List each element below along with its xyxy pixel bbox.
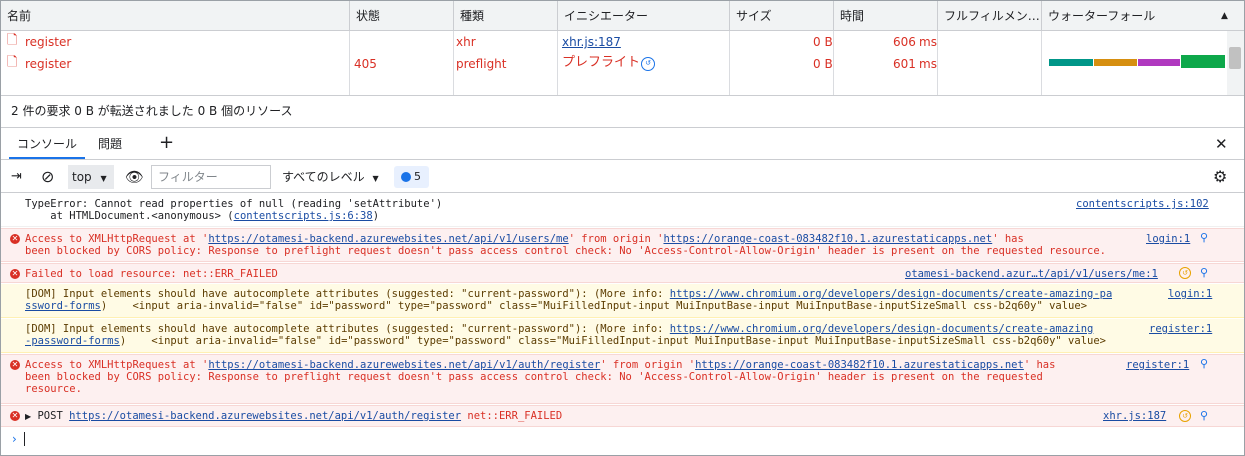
source-link[interactable]: login:1 xyxy=(1168,288,1212,300)
log-level-selector[interactable]: すべてのレベル ▼ xyxy=(282,165,379,189)
console-message: [DOM] Input elements should have autocom… xyxy=(1,284,1244,318)
column-name[interactable]: 名前 xyxy=(1,1,350,31)
message-text: Access to XMLHttpRequest at 'https://ota… xyxy=(25,359,1056,395)
close-icon[interactable]: ✕ xyxy=(1207,129,1236,159)
request-type: xhr xyxy=(456,35,476,49)
waterfall-bar-connect xyxy=(1094,59,1137,66)
network-table-header: 名前 状態 種類 イニシエーター サイズ 時間 フルフィルメン… ウォーターフォ… xyxy=(1,1,1244,31)
dropdown-arrow-icon: ▼ xyxy=(372,174,379,183)
console-message: ✕ Access to XMLHttpRequest at 'https://o… xyxy=(1,354,1244,404)
console-message: ✕ Access to XMLHttpRequest at 'https://o… xyxy=(1,228,1244,262)
console-message[interactable]: ✕ ▶ POST https://otamesi-backend.azurewe… xyxy=(1,405,1244,427)
document-icon: 🗋 xyxy=(7,33,18,48)
sort-up-icon[interactable]: ▲ xyxy=(1221,1,1228,31)
message-text: [DOM] Input elements should have autocom… xyxy=(25,323,1106,347)
add-tab-icon[interactable]: + xyxy=(151,129,182,159)
error-icon: ✕ xyxy=(10,411,20,421)
network-summary: 2 件の要求 0 B が転送されました 0 B 個のリソース xyxy=(1,95,1244,128)
waterfall-bar-queue xyxy=(1049,59,1093,66)
column-size[interactable]: サイズ xyxy=(730,1,834,31)
waterfall-bar-waiting xyxy=(1181,55,1225,68)
column-status[interactable]: 状態 xyxy=(350,1,454,31)
error-icon: ✕ xyxy=(10,360,20,370)
table-row[interactable]: 🗋 register xhr xhr.js:187 0 B 606 ms xyxy=(1,31,1244,53)
request-size: 0 B xyxy=(813,35,833,49)
source-link[interactable]: register:1 xyxy=(1126,359,1189,371)
source-link[interactable]: contentscripts.js:102 xyxy=(1076,198,1209,210)
preflight-info-icon[interactable]: ↺ xyxy=(641,57,655,71)
request-time-unit: ms xyxy=(919,57,937,71)
initiator-preflight[interactable]: プレフライト xyxy=(562,53,640,73)
context-value: top xyxy=(72,170,92,184)
search-icon[interactable]: ⚲ xyxy=(1200,232,1212,244)
message-text: Failed to load resource: net::ERR_FAILED xyxy=(25,268,278,280)
document-icon: 🗋 xyxy=(7,55,18,70)
request-time: 601 xyxy=(893,57,916,71)
source-link[interactable]: login:1 xyxy=(1146,233,1190,245)
origin-link[interactable]: https://orange-coast-083482f10.1.azurest… xyxy=(695,359,1024,371)
message-text: ▶ POST https://otamesi-backend.azurewebs… xyxy=(25,410,563,422)
message-text: Access to XMLHttpRequest at 'https://ota… xyxy=(25,233,1106,257)
network-info-icon[interactable]: ↺ xyxy=(1179,410,1191,422)
waterfall-bar-ssl xyxy=(1138,59,1180,66)
console-message: TypeError: Cannot read properties of nul… xyxy=(1,194,1244,227)
message-icon xyxy=(401,172,411,182)
initiator-link[interactable]: xhr.js:187 xyxy=(562,31,621,53)
request-status: 405 xyxy=(354,57,377,71)
request-name: register xyxy=(25,35,72,49)
request-size: 0 B xyxy=(813,57,833,71)
console-message: [DOM] Input elements should have autocom… xyxy=(1,319,1244,353)
eye-icon[interactable]: 👁 xyxy=(125,165,144,189)
source-link[interactable]: register:1 xyxy=(1149,323,1212,335)
url-link[interactable]: https://otamesi-backend.azurewebsites.ne… xyxy=(208,359,600,371)
origin-link[interactable]: https://orange-coast-083482f10.1.azurest… xyxy=(663,233,992,245)
scrollbar-thumb[interactable] xyxy=(1229,47,1241,69)
console-input[interactable] xyxy=(24,432,25,446)
column-waterfall[interactable]: ウォーターフォール xyxy=(1042,1,1244,31)
source-link[interactable]: xhr.js:187 xyxy=(1103,410,1166,422)
drawer-tabs: コンソール 問題 + ✕ xyxy=(1,129,1244,160)
url-link[interactable]: https://www.chromium.org/developers/desi… xyxy=(670,323,1094,335)
search-icon[interactable]: ⚲ xyxy=(1200,410,1212,422)
message-text: [DOM] Input elements should have autocom… xyxy=(25,288,1113,312)
url-link[interactable]: https://otamesi-backend.azurewebsites.ne… xyxy=(208,233,568,245)
source-link[interactable]: otamesi-backend.azur…t/api/v1/users/me:1 xyxy=(905,268,1158,280)
context-selector[interactable]: top ▼ xyxy=(68,165,114,189)
column-fulfillment[interactable]: フルフィルメン… xyxy=(938,1,1042,31)
request-name: register xyxy=(25,57,72,71)
request-type: preflight xyxy=(456,57,507,71)
request-time: 606 xyxy=(893,35,916,49)
column-type[interactable]: 種類 xyxy=(454,1,558,31)
search-icon[interactable]: ⚲ xyxy=(1200,267,1212,279)
console-toolbar: ⇥ ⊘ top ▼ 👁 フィルター すべてのレベル ▼ 5 ⚙ xyxy=(1,161,1244,193)
gear-icon[interactable]: ⚙ xyxy=(1213,165,1227,189)
url-link[interactable]: https://otamesi-backend.azurewebsites.ne… xyxy=(69,410,461,422)
url-link[interactable]: https://www.chromium.org/developers/desi… xyxy=(670,288,1113,300)
network-info-icon[interactable]: ↺ xyxy=(1179,267,1191,279)
console-message: ✕ Failed to load resource: net::ERR_FAIL… xyxy=(1,263,1244,283)
log-level-label: すべてのレベル xyxy=(282,170,365,184)
column-initiator[interactable]: イニシエーター xyxy=(558,1,730,31)
stack-link[interactable]: contentscripts.js:6:38 xyxy=(234,210,373,222)
request-time-unit: ms xyxy=(919,35,937,49)
issues-badge[interactable]: 5 xyxy=(394,166,429,188)
clear-console-icon[interactable]: ⊘ xyxy=(41,165,54,189)
error-icon: ✕ xyxy=(10,269,20,279)
sidebar-toggle-icon[interactable]: ⇥ xyxy=(11,165,22,189)
tab-console[interactable]: コンソール xyxy=(9,129,86,159)
url-link-continued[interactable]: -password-forms xyxy=(25,335,120,347)
prompt-chevron-icon: › xyxy=(12,432,17,446)
tab-issues[interactable]: 問題 xyxy=(90,129,130,159)
dropdown-arrow-icon: ▼ xyxy=(100,174,107,183)
column-time[interactable]: 時間 xyxy=(834,1,938,31)
search-icon[interactable]: ⚲ xyxy=(1200,358,1212,370)
network-table: 名前 状態 種類 イニシエーター サイズ 時間 フルフィルメン… ウォーターフォ… xyxy=(1,1,1244,95)
error-icon: ✕ xyxy=(10,234,20,244)
filter-input[interactable]: フィルター xyxy=(151,165,271,189)
issues-count: 5 xyxy=(414,170,421,183)
expand-arrow-icon[interactable]: ▶ xyxy=(25,412,31,421)
console-messages: TypeError: Cannot read properties of nul… xyxy=(1,194,1244,455)
message-text: TypeError: Cannot read properties of nul… xyxy=(25,198,443,222)
url-link-continued[interactable]: ssword-forms xyxy=(25,300,101,312)
